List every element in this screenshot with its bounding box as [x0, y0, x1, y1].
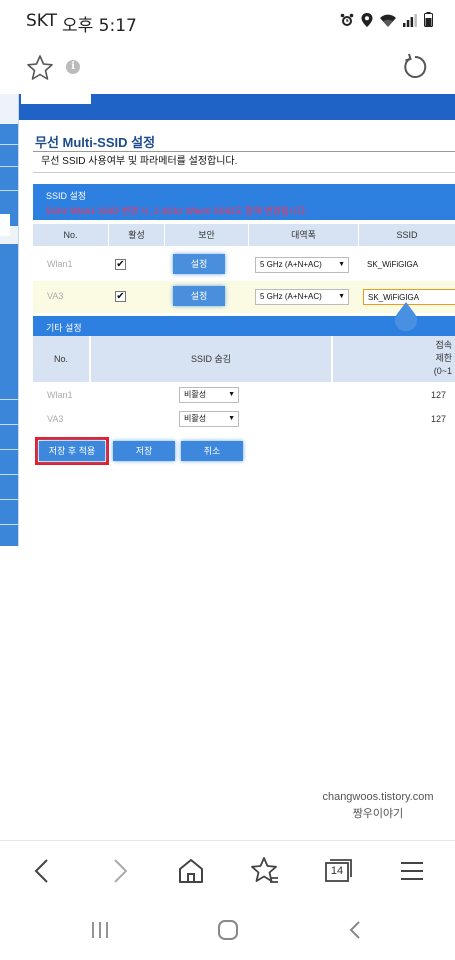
ssid-hide-value: 비활성 — [184, 390, 207, 399]
info-icon[interactable]: i — [66, 60, 80, 74]
topbar-tab — [21, 94, 91, 104]
page-subtitle: 무선 SSID 사용여부 및 파라메터를 설정합니다. — [33, 151, 455, 173]
sidebar-block — [0, 124, 18, 226]
browser-toolbar: i — [0, 44, 455, 94]
home-button-icon[interactable] — [216, 918, 240, 942]
clock: 오후 5:17 — [62, 16, 137, 36]
col-no: No. — [33, 224, 109, 246]
sidebar-divider — [0, 144, 18, 145]
text-cursor-handle[interactable] — [393, 302, 419, 334]
row-no: Wlan1 — [47, 390, 73, 400]
reload-icon[interactable] — [401, 53, 429, 81]
alarm-icon — [340, 12, 354, 31]
sidebar-divider — [0, 190, 18, 191]
col-security: 보안 — [165, 224, 249, 246]
wifi-icon — [380, 12, 396, 31]
dropdown-arrow-icon: ▼ — [338, 261, 345, 268]
signal-icon — [403, 12, 417, 31]
sidebar-divider — [0, 524, 18, 525]
other-section-title: 기타 설정 — [46, 323, 82, 333]
sidebar-selected-item[interactable] — [0, 214, 10, 236]
page-title: 무선 Multi-SSID 설정 — [35, 135, 156, 150]
recent-apps-icon[interactable] — [88, 918, 112, 942]
ssid-row: VA3 ✔ 설정 5 GHz (A+N+AC) ▼ SK_WiFiGIGA — [33, 281, 455, 313]
page-sidebar-strip — [0, 94, 18, 546]
dropdown-arrow-icon: ▼ — [338, 293, 345, 300]
location-icon — [361, 12, 373, 31]
forward-icon[interactable] — [103, 855, 135, 887]
bandwidth-value: 5 GHz (A+N+AC) — [260, 260, 322, 269]
active-checkbox[interactable]: ✔ — [115, 259, 126, 270]
ssid-warning: 5Ghz Wlan1 SSID 변경 시, 2.4Ghz Wlan0 SSID도… — [46, 206, 309, 216]
battery-icon — [424, 12, 433, 31]
back-icon[interactable] — [27, 855, 59, 887]
other-col-limit: 접속 제한 (0~1 — [333, 336, 455, 382]
status-icons — [340, 12, 433, 31]
sidebar-divider — [0, 166, 18, 167]
dropdown-arrow-icon: ▼ — [228, 391, 235, 398]
row-no: VA3 — [47, 291, 64, 301]
sidebar-divider — [0, 449, 18, 450]
bandwidth-select[interactable]: 5 GHz (A+N+AC) ▼ — [255, 289, 349, 305]
bandwidth-value: 5 GHz (A+N+AC) — [260, 292, 322, 301]
router-settings-page: 무선 Multi-SSID 설정 무선 SSID 사용여부 및 파라메터를 설정… — [18, 94, 455, 546]
system-back-icon[interactable] — [344, 918, 368, 942]
other-row: VA3 비활성 ▼ 127 — [33, 408, 455, 430]
watermark-name: 짱우이야기 — [352, 808, 404, 820]
sidebar-divider — [0, 424, 18, 425]
limit-value[interactable]: 127 — [431, 414, 446, 424]
limit-value[interactable]: 127 — [431, 390, 446, 400]
ssid-section-title: SSID 설정 — [46, 191, 87, 201]
bandwidth-select[interactable]: 5 GHz (A+N+AC) ▼ — [255, 257, 349, 273]
ssid-row: Wlan1 ✔ 설정 5 GHz (A+N+AC) ▼ SK_WiFiGIGA — [33, 249, 455, 281]
home-icon[interactable] — [175, 855, 207, 887]
active-checkbox[interactable]: ✔ — [115, 291, 126, 302]
other-section-header: 기타 설정 — [33, 316, 455, 336]
ssid-hide-select[interactable]: 비활성 ▼ — [179, 411, 239, 427]
watermark-url: changwoos.tistory.com — [322, 791, 434, 803]
row-no: VA3 — [47, 414, 64, 424]
status-bar: SKT 오후 5:17 — [0, 0, 455, 44]
browser-bottom-nav: 14 — [0, 840, 455, 900]
other-row: Wlan1 비활성 ▼ 127 — [33, 384, 455, 406]
save-apply-button[interactable]: 저장 후 적용 — [39, 441, 105, 461]
other-col-no: No. — [33, 336, 89, 382]
cancel-button[interactable]: 취소 — [181, 441, 243, 461]
security-settings-button[interactable]: 설정 — [173, 286, 225, 306]
sidebar-block — [0, 244, 18, 546]
security-settings-button[interactable]: 설정 — [173, 254, 225, 274]
menu-icon[interactable] — [396, 855, 428, 887]
ssid-hide-select[interactable]: 비활성 ▼ — [179, 387, 239, 403]
tabs-count: 14 — [330, 865, 344, 877]
row-no: Wlan1 — [47, 259, 73, 269]
carrier-label: SKT — [26, 11, 58, 31]
save-button[interactable]: 저장 — [113, 441, 175, 461]
ssid-hide-value: 비활성 — [184, 414, 207, 423]
col-bandwidth: 대역폭 — [249, 224, 359, 246]
ssid-input[interactable]: SK_WiFiGIGA — [363, 257, 455, 273]
other-col-hide: SSID 숨김 — [91, 336, 331, 382]
tabs-icon[interactable]: 14 — [321, 855, 353, 887]
system-nav-bar — [0, 900, 455, 960]
sidebar-divider — [0, 474, 18, 475]
ssid-table-header: No. 활성 보안 대역폭 SSID — [33, 224, 455, 246]
col-active: 활성 — [109, 224, 165, 246]
col-ssid: SSID — [359, 224, 455, 246]
sidebar-divider — [0, 399, 18, 400]
sidebar-divider — [0, 499, 18, 500]
dropdown-arrow-icon: ▼ — [228, 415, 235, 422]
page-topbar — [19, 94, 455, 120]
ssid-section-header: SSID 설정 5Ghz Wlan1 SSID 변경 시, 2.4Ghz Wla… — [33, 184, 455, 220]
star-icon[interactable] — [25, 53, 55, 83]
bookmarks-icon[interactable] — [248, 855, 280, 887]
